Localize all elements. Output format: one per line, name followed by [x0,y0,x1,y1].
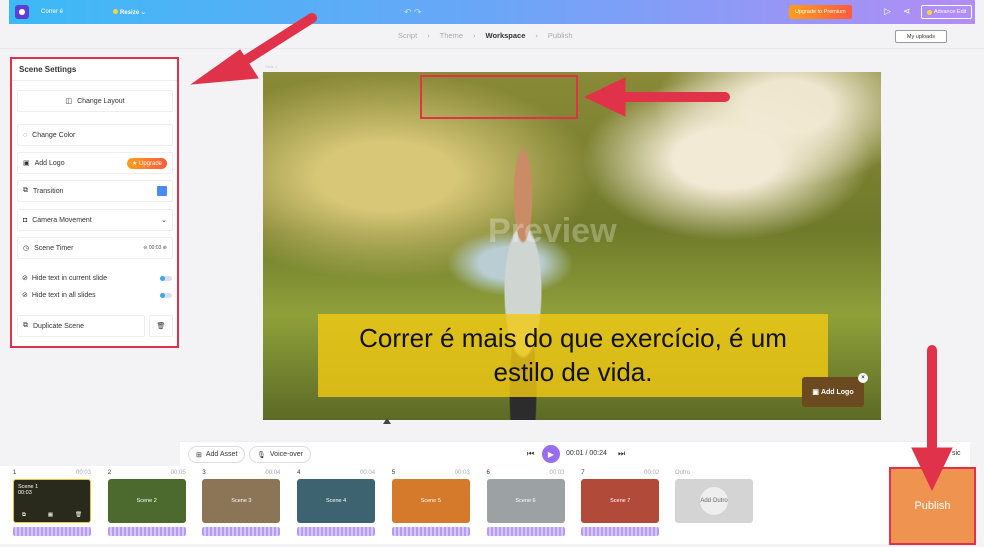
annotation-arrows [190,13,953,492]
arrow-head-publish [911,447,953,492]
arrow-head-canvas [583,77,626,117]
